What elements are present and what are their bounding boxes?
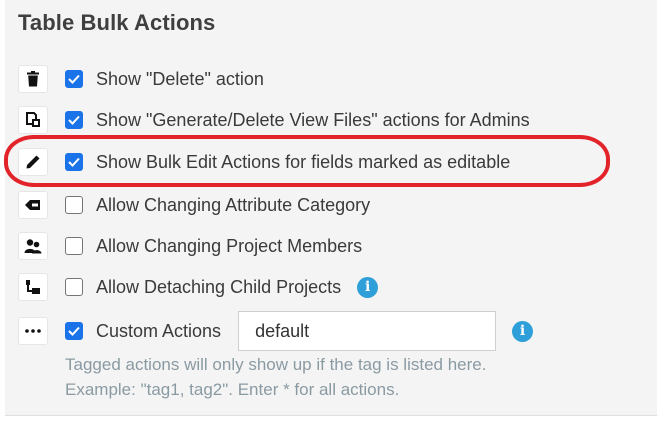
- bulk-edit-label: Show Bulk Edit Actions for fields marked…: [96, 151, 511, 172]
- custom-actions-help-text: Tagged actions will only show up if the …: [65, 355, 487, 374]
- info-icon[interactable]: i: [357, 276, 379, 298]
- bulk-edit-checkbox[interactable]: [65, 153, 83, 171]
- option-show-delete: Show "Delete" action: [18, 64, 264, 94]
- option-attribute-category: Allow Changing Attribute Category: [18, 190, 370, 220]
- section-title: Table Bulk Actions: [18, 10, 216, 35]
- pencil-icon: [18, 148, 48, 176]
- option-view-files: Show "Generate/Delete View Files" action…: [18, 105, 530, 135]
- project-members-checkbox[interactable]: [65, 237, 83, 255]
- view-files-checkbox[interactable]: [65, 111, 83, 129]
- attribute-category-label: Allow Changing Attribute Category: [96, 194, 371, 215]
- view-files-label: Show "Generate/Delete View Files" action…: [96, 109, 530, 130]
- table-bulk-actions-panel: Table Bulk Actions Show "Delete" action: [5, 0, 657, 416]
- detach-child-label: Allow Detaching Child Projects: [96, 276, 342, 297]
- hierarchy-icon: [18, 273, 48, 301]
- attribute-category-checkbox[interactable]: [65, 196, 83, 214]
- custom-actions-label: Custom Actions: [96, 320, 222, 341]
- option-detach-child: Allow Detaching Child Projects i: [18, 272, 379, 302]
- custom-actions-input[interactable]: [238, 311, 497, 351]
- project-members-label: Allow Changing Project Members: [96, 235, 363, 256]
- option-project-members: Allow Changing Project Members: [18, 231, 362, 261]
- trash-icon: [18, 65, 48, 93]
- detach-child-checkbox[interactable]: [65, 278, 83, 296]
- option-custom-actions: Custom Actions i: [18, 311, 534, 351]
- users-icon: [18, 232, 48, 260]
- ellipsis-icon: [18, 317, 48, 345]
- info-icon[interactable]: i: [512, 320, 534, 342]
- option-bulk-edit: Show Bulk Edit Actions for fields marked…: [18, 147, 510, 177]
- tag-icon: [18, 191, 48, 219]
- file-copy-icon: [18, 106, 48, 134]
- custom-actions-help-example: Example: "tag1, tag2". Enter * for all a…: [65, 380, 400, 399]
- show-delete-label: Show "Delete" action: [96, 68, 264, 89]
- custom-actions-checkbox[interactable]: [65, 322, 83, 340]
- show-delete-checkbox[interactable]: [65, 70, 83, 88]
